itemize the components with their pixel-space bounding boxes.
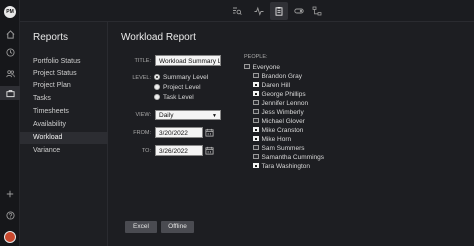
person-jennifer-lennon[interactable]: Jennifer Lennon [253, 99, 308, 108]
view-label: VIEW: [135, 112, 152, 118]
people-label: PEOPLE: [244, 54, 268, 60]
person-name: Sam Summers [261, 145, 305, 152]
person-jess-wimberly[interactable]: Jess Wimberly [253, 108, 304, 117]
person-name: Everyone [252, 64, 280, 71]
person-daren-hill[interactable]: Daren Hill [253, 81, 290, 90]
toggle-icon[interactable] [292, 4, 306, 18]
title-label: TITLE: [134, 58, 151, 64]
app-logo[interactable]: PM [4, 6, 16, 18]
chevron-down-icon: ▼ [212, 113, 217, 119]
person-michael-glover[interactable]: Michael Glover [253, 117, 305, 126]
to-date-input[interactable]: 3/26/2022 [155, 145, 203, 156]
help-icon[interactable] [4, 209, 16, 221]
checkbox[interactable] [244, 63, 250, 69]
person-samantha-cummings[interactable]: Samantha Cummings [253, 153, 324, 162]
workload-report-panel: Workload Report TITLE: Workload Summary … [108, 22, 474, 246]
excel-button[interactable]: Excel [125, 221, 157, 233]
person-name: George Phillips [261, 91, 306, 98]
person-name: Michael Glover [261, 118, 305, 125]
person-name: Daren Hill [261, 82, 291, 89]
flow-icon[interactable] [310, 4, 324, 18]
person-sam-summers[interactable]: Sam Summers [253, 144, 304, 153]
checkbox[interactable] [253, 72, 259, 78]
reports-title: Reports [33, 32, 69, 43]
title-input[interactable]: Workload Summary L [155, 55, 221, 66]
radio-label: Project Level [163, 84, 201, 91]
checkbox[interactable] [253, 81, 259, 87]
checkbox[interactable] [253, 162, 259, 168]
person-name: Tara Washington [261, 163, 311, 170]
person-everyone[interactable]: Everyone [244, 63, 280, 72]
checkbox[interactable] [253, 144, 259, 150]
checkbox[interactable] [253, 108, 259, 114]
activity-icon[interactable] [252, 4, 266, 18]
person-mike-horn[interactable]: Mike Horn [253, 135, 291, 144]
person-tara-washington[interactable]: Tara Washington [253, 162, 310, 171]
from-label: FROM: [133, 130, 151, 136]
checkbox[interactable] [253, 99, 259, 105]
level-label: LEVEL: [132, 75, 151, 81]
calendar-icon[interactable] [205, 146, 214, 155]
calendar-icon[interactable] [205, 128, 214, 137]
checkbox[interactable] [253, 117, 259, 123]
level-radio-task[interactable]: Task Level [154, 93, 194, 102]
radio-label: Task Level [163, 94, 194, 101]
report-item-tasks[interactable]: Tasks [20, 93, 108, 105]
report-item-timesheets[interactable]: Timesheets [20, 106, 108, 118]
reports-panel: Reports Portfolio Status Project Status … [20, 22, 108, 246]
person-name: Mike Cranston [261, 127, 304, 134]
report-item-portfolio-status[interactable]: Portfolio Status [20, 56, 108, 68]
radio-button[interactable] [154, 74, 160, 80]
radio-button[interactable] [154, 94, 160, 100]
report-item-variance[interactable]: Variance [20, 145, 108, 157]
checkbox[interactable] [253, 153, 259, 159]
offline-button[interactable]: Offline [161, 221, 194, 233]
top-toolbar [20, 0, 474, 22]
checkbox[interactable] [253, 126, 259, 132]
radio-label: Summary Level [163, 74, 209, 81]
level-radio-summary[interactable]: Summary Level [154, 73, 208, 82]
person-brandon-gray[interactable]: Brandon Gray [253, 72, 302, 81]
team-icon[interactable] [4, 67, 16, 79]
person-george-phillips[interactable]: George Phillips [253, 90, 306, 99]
checkbox[interactable] [253, 90, 259, 96]
report-item-project-status[interactable]: Project Status [20, 68, 108, 80]
radio-button[interactable] [154, 84, 160, 90]
clipboard-icon[interactable] [270, 2, 288, 20]
to-label: TO: [141, 148, 151, 154]
user-avatar[interactable] [4, 231, 16, 243]
view-select-value: Daily [159, 112, 174, 119]
person-name: Brandon Gray [261, 73, 302, 80]
icon-rail: PM [0, 0, 20, 246]
clock-icon[interactable] [4, 46, 16, 58]
briefcase-icon[interactable] [0, 86, 20, 100]
person-name: Samantha Cummings [261, 154, 325, 161]
report-item-workload[interactable]: Workload [20, 132, 108, 144]
plus-icon[interactable] [4, 188, 16, 200]
person-mike-cranston[interactable]: Mike Cranston [253, 126, 303, 135]
report-item-availability[interactable]: Availability [20, 119, 108, 131]
search-list-icon[interactable] [230, 4, 244, 18]
level-radio-project[interactable]: Project Level [154, 83, 201, 92]
page-title: Workload Report [121, 32, 196, 43]
report-item-project-plan[interactable]: Project Plan [20, 80, 108, 92]
from-date-input[interactable]: 3/20/2022 [155, 127, 203, 138]
home-icon[interactable] [4, 28, 16, 40]
checkbox[interactable] [253, 135, 259, 141]
person-name: Mike Horn [261, 136, 292, 143]
person-name: Jess Wimberly [261, 109, 304, 116]
person-name: Jennifer Lennon [261, 100, 309, 107]
view-select[interactable]: Daily ▼ [155, 110, 221, 120]
